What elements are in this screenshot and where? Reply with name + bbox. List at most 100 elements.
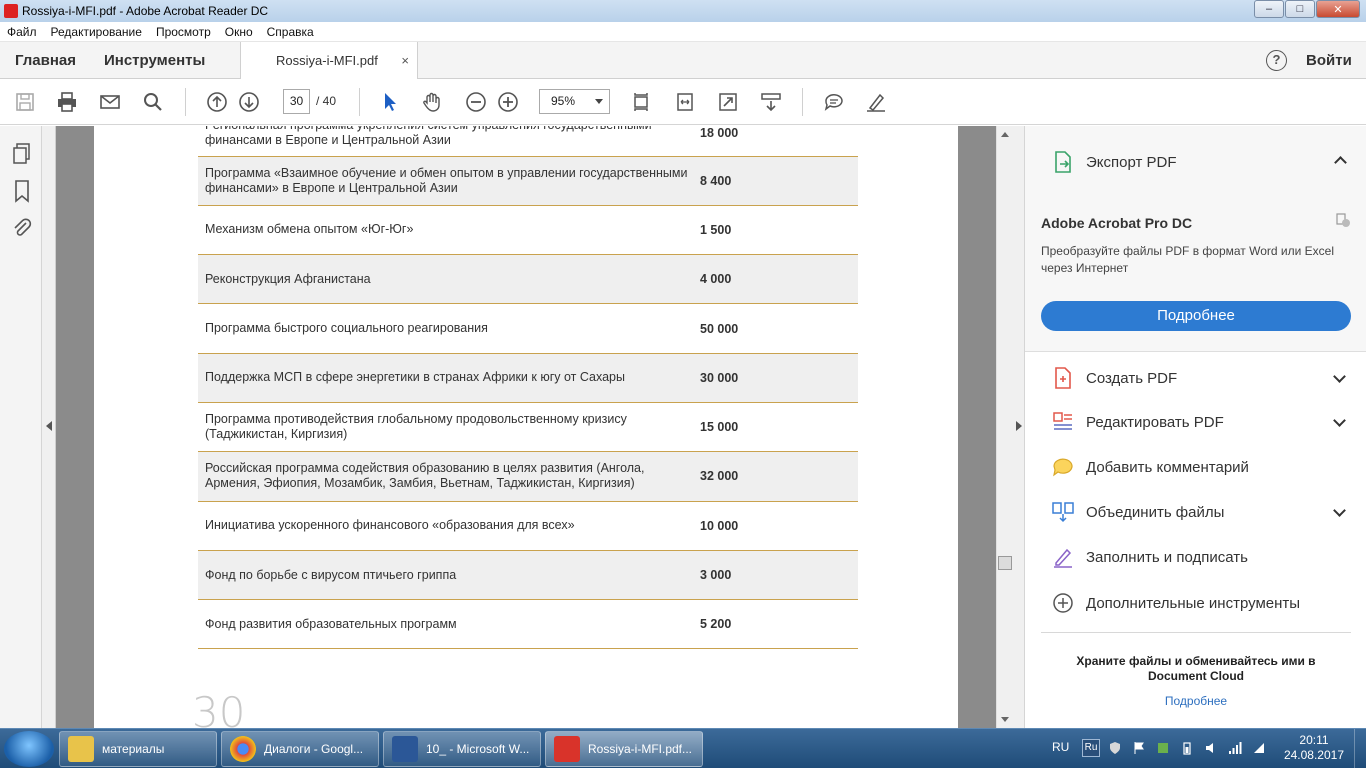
notifications-icon[interactable] xyxy=(1252,741,1266,755)
hand-icon[interactable] xyxy=(420,90,444,114)
tool-sign[interactable]: Заполнить и подписать xyxy=(1051,545,1248,569)
scroll-down-icon[interactable] xyxy=(1001,717,1009,722)
task-chrome[interactable]: Диалоги - Googl... xyxy=(221,731,379,767)
task-label: Rossiya-i-MFI.pdf... xyxy=(588,742,693,756)
mail-icon[interactable] xyxy=(98,90,122,114)
page-thumbnails-icon[interactable] xyxy=(11,142,33,166)
fit-width-icon[interactable] xyxy=(673,90,697,114)
highlight-icon[interactable] xyxy=(864,90,888,114)
menu-file[interactable]: Файл xyxy=(0,25,44,39)
create-pdf-icon xyxy=(1055,367,1071,389)
left-navigation-rail xyxy=(0,126,42,728)
tab-tools[interactable]: Инструменты xyxy=(104,42,205,79)
window-title: Rossiya-i-MFI.pdf - Adobe Acrobat Reader… xyxy=(22,4,269,18)
volume-icon[interactable] xyxy=(1204,741,1218,755)
menu-view[interactable]: Просмотр xyxy=(149,25,218,39)
program-name: Региональная программа укрепления систем… xyxy=(198,126,700,157)
comment-icon[interactable] xyxy=(822,90,846,114)
clock[interactable]: 20:11 24.08.2017 xyxy=(1284,733,1344,763)
chevron-down-icon[interactable] xyxy=(1333,504,1346,517)
tab-bar: Главная Инструменты Rossiya-i-MFI.pdf × … xyxy=(0,42,1366,80)
acrobat-pro-description: Преобразуйте файлы PDF в формат Word или… xyxy=(1041,244,1335,275)
menu-edit[interactable]: Редактирование xyxy=(44,25,149,39)
select-arrow-icon[interactable] xyxy=(378,90,402,114)
program-name: Инициатива ускоренного финансового «обра… xyxy=(198,501,700,551)
toolbar-separator xyxy=(802,88,803,116)
fit-page-icon[interactable] xyxy=(629,90,653,114)
help-icon[interactable]: ? xyxy=(1266,50,1287,71)
zoom-in-icon[interactable] xyxy=(496,90,520,114)
close-tab-icon[interactable]: × xyxy=(401,42,409,79)
attachment-icon[interactable] xyxy=(11,215,33,239)
vertical-scrollbar[interactable] xyxy=(996,126,1013,728)
page-number-input[interactable]: 30 xyxy=(283,89,310,114)
zoom-select[interactable]: 95% xyxy=(539,89,610,114)
table-row: Программа быстрого социального реагирова… xyxy=(198,303,858,354)
tool-label: Добавить комментарий xyxy=(1086,458,1249,476)
tab-home[interactable]: Главная xyxy=(15,42,76,79)
tab-document-label: Rossiya-i-MFI.pdf xyxy=(276,53,378,68)
search-icon[interactable] xyxy=(141,90,165,114)
chevron-right-icon xyxy=(1016,421,1022,431)
maximize-button[interactable]: □ xyxy=(1285,0,1315,18)
clock-time: 20:11 xyxy=(1299,733,1329,747)
zoom-out-icon[interactable] xyxy=(464,90,488,114)
export-pdf-header[interactable]: Экспорт PDF xyxy=(1051,150,1177,174)
table-row: Фонд развития образовательных программ 5 … xyxy=(198,599,858,650)
more-info-button[interactable]: Подробнее xyxy=(1041,301,1351,331)
flag-icon[interactable] xyxy=(1132,741,1146,755)
program-name: Программа «Взаимное обучение и обмен опы… xyxy=(198,156,700,206)
print-icon[interactable] xyxy=(55,90,79,114)
start-button[interactable] xyxy=(4,731,54,767)
table-row: Реконструкция Афганистана 4 000 xyxy=(198,254,858,305)
collapse-left-panel[interactable] xyxy=(42,126,56,728)
menu-window[interactable]: Окно xyxy=(218,25,260,39)
tab-document[interactable]: Rossiya-i-MFI.pdf × xyxy=(240,42,418,80)
close-window-button[interactable]: ✕ xyxy=(1316,0,1360,18)
scroll-thumb[interactable] xyxy=(998,556,1012,570)
table-row: Региональная программа укрепления систем… xyxy=(198,126,858,157)
task-word[interactable]: 10_ - Microsoft W... xyxy=(383,731,541,767)
save-icon[interactable] xyxy=(13,90,37,114)
chrome-icon xyxy=(230,736,256,762)
page-down-icon[interactable] xyxy=(237,90,261,114)
chevron-down-icon[interactable] xyxy=(1333,414,1346,427)
table-row: Российская программа содействия образова… xyxy=(198,451,858,502)
word-icon xyxy=(392,736,418,762)
task-materials[interactable]: материалы xyxy=(59,731,217,767)
scroll-up-icon[interactable] xyxy=(1001,132,1009,137)
tool-more-tools[interactable]: Дополнительные инструменты xyxy=(1051,591,1300,615)
network-shield-icon[interactable] xyxy=(1108,741,1122,755)
export-pdf-section: Экспорт PDF Adobe Acrobat Pro DC Преобра… xyxy=(1025,126,1366,352)
program-name: Программа противодействия глобальному пр… xyxy=(198,402,700,453)
tool-comment[interactable]: Добавить комментарий xyxy=(1051,455,1249,479)
full-screen-icon[interactable] xyxy=(716,90,740,114)
language-indicator[interactable]: RU xyxy=(1052,740,1069,754)
document-viewer[interactable]: Региональная программа укрепления систем… xyxy=(42,126,1024,728)
task-acrobat[interactable]: Rossiya-i-MFI.pdf... xyxy=(545,731,703,767)
bookmark-icon[interactable] xyxy=(11,179,33,203)
divider xyxy=(1041,632,1351,633)
minimize-button[interactable]: – xyxy=(1254,0,1284,18)
table-row: Инициатива ускоренного финансового «обра… xyxy=(198,501,858,551)
menu-help[interactable]: Справка xyxy=(260,25,321,39)
sync-icon[interactable] xyxy=(1156,741,1170,755)
tool-create-pdf[interactable]: Создать PDF xyxy=(1051,366,1177,390)
ime-indicator[interactable]: Ru xyxy=(1082,739,1100,757)
show-desktop-button[interactable] xyxy=(1354,729,1366,768)
tool-label: Заполнить и подписать xyxy=(1086,548,1248,566)
chevron-down-icon[interactable] xyxy=(1333,370,1346,383)
comment-icon xyxy=(1053,458,1073,477)
wifi-signal-icon[interactable] xyxy=(1228,741,1242,755)
program-amount: 18 000 xyxy=(700,126,858,157)
page-up-icon[interactable] xyxy=(205,90,229,114)
collapse-right-panel[interactable] xyxy=(1013,126,1024,728)
tool-combine-files[interactable]: Объединить файлы xyxy=(1051,500,1224,524)
battery-icon[interactable] xyxy=(1180,741,1194,755)
document-cloud-link[interactable]: Подробнее xyxy=(1051,694,1341,708)
scroll-mode-icon[interactable] xyxy=(759,90,783,114)
export-pdf-icon xyxy=(1055,151,1071,173)
chevron-up-icon[interactable] xyxy=(1334,156,1347,169)
tool-edit-pdf[interactable]: Редактировать PDF xyxy=(1051,410,1224,434)
login-button[interactable]: Войти xyxy=(1306,42,1352,79)
